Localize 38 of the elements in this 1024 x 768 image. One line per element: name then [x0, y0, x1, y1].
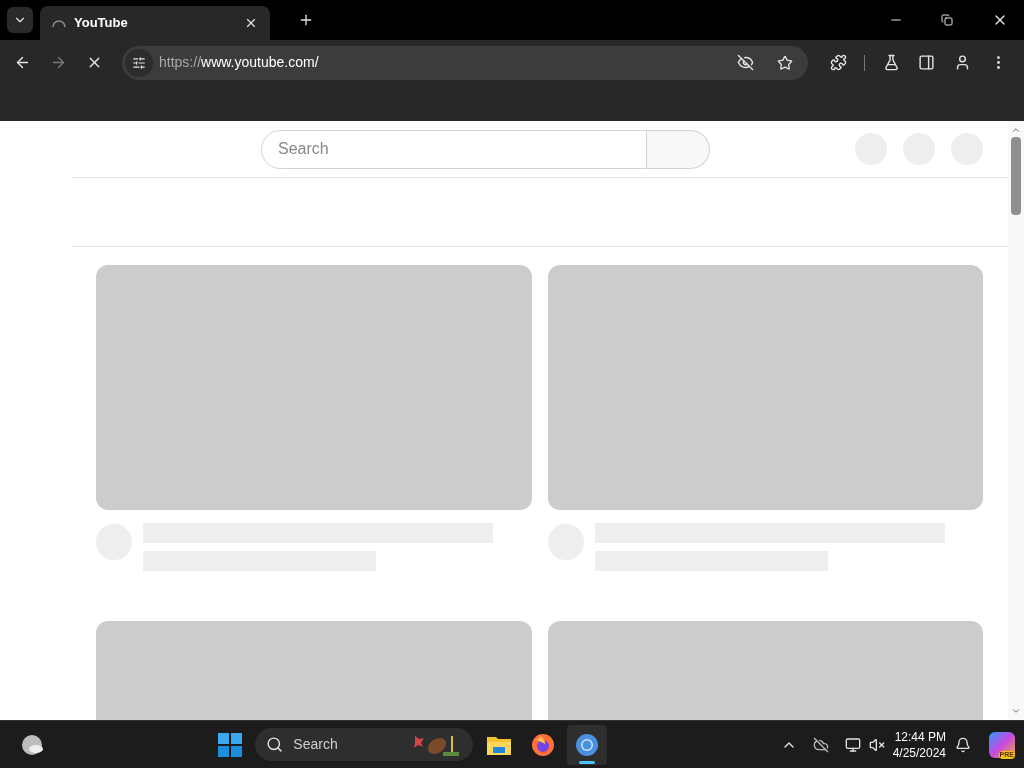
firefox-icon [531, 732, 556, 757]
extensions-icon[interactable] [830, 54, 847, 71]
profile-icon[interactable] [954, 54, 971, 71]
clock[interactable]: 12:44 PM 4/25/2024 [892, 728, 946, 761]
browser-icon [575, 732, 600, 757]
new-tab-icon[interactable] [298, 12, 314, 28]
scrollbar-thumb[interactable] [1011, 137, 1021, 215]
side-panel-icon[interactable] [918, 54, 935, 71]
forward-icon[interactable] [50, 54, 67, 71]
browser-tab[interactable]: YouTube [40, 6, 270, 40]
site-settings-icon[interactable] [125, 48, 153, 77]
scrollbar[interactable] [1008, 121, 1024, 720]
taskbar-search-bar[interactable]: Search [255, 728, 474, 761]
search-field[interactable]: Search [261, 129, 647, 169]
eye-off-icon[interactable] [737, 54, 754, 71]
back-icon[interactable] [14, 54, 31, 71]
close-icon[interactable] [244, 16, 258, 30]
tab-list-button[interactable] [7, 7, 33, 33]
address-bar[interactable]: https://www.youtube.com/ [122, 45, 808, 80]
windows-start-icon[interactable] [218, 732, 243, 757]
network-icon[interactable] [844, 736, 861, 753]
clock-date: 4/25/2024 [892, 744, 946, 761]
cloud-off-icon[interactable] [812, 736, 829, 753]
weather-icon[interactable] [21, 733, 45, 756]
restore-icon[interactable] [941, 14, 953, 26]
bell-icon[interactable] [955, 736, 971, 753]
scroll-down-icon[interactable] [1011, 706, 1021, 716]
scroll-up-icon[interactable] [1011, 125, 1021, 135]
muted-speaker-icon[interactable] [868, 736, 885, 753]
url-text: https://www.youtube.com/ [159, 53, 320, 72]
bookmark-star-icon[interactable] [777, 54, 793, 71]
active-indicator [579, 760, 596, 764]
clock-time: 12:44 PM [894, 728, 946, 745]
search-icon [266, 736, 284, 753]
taskbar-search-input[interactable]: Search [293, 734, 414, 755]
taskbar-app-button[interactable] [567, 724, 608, 765]
flask-icon[interactable] [883, 54, 900, 71]
tab-title: YouTube [74, 14, 129, 33]
